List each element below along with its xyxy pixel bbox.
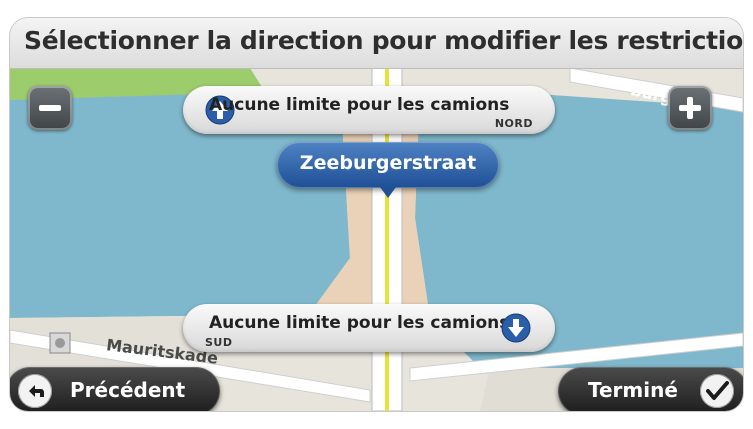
navigation-screen: Sélectionner la direction pour modifier … <box>10 18 743 411</box>
zoom-out-button[interactable] <box>28 86 72 130</box>
arrow-down-icon <box>501 313 531 343</box>
done-button[interactable]: Terminé <box>558 367 743 411</box>
restriction-north-label: Aucune limite pour les camions <box>209 95 510 115</box>
minus-icon <box>39 105 61 111</box>
direction-north-label: NORD <box>494 117 533 130</box>
back-button[interactable]: Précédent <box>10 367 220 411</box>
title-bar: Sélectionner la direction pour modifier … <box>10 18 743 69</box>
selected-street-bubble: Zeeburgerstraat <box>277 142 499 198</box>
restriction-north-button[interactable]: Aucune limite pour les camions NORD <box>183 86 555 134</box>
direction-south-label: SUD <box>205 336 233 349</box>
page-title: Sélectionner la direction pour modifier … <box>24 26 743 55</box>
back-arrow-icon <box>18 374 52 408</box>
selected-street-name: Zeeburgerstraat <box>299 152 477 174</box>
restriction-south-button[interactable]: Aucune limite pour les camions SUD <box>183 304 555 352</box>
done-button-label: Terminé <box>588 378 678 402</box>
checkmark-icon <box>700 374 734 408</box>
plus-icon <box>679 97 701 119</box>
restriction-south-label: Aucune limite pour les camions <box>209 313 510 333</box>
poi-marker-icon <box>49 332 71 354</box>
back-button-label: Précédent <box>70 378 186 402</box>
zoom-in-button[interactable] <box>668 86 712 130</box>
device-frame: Sélectionner la direction pour modifier … <box>0 0 753 429</box>
